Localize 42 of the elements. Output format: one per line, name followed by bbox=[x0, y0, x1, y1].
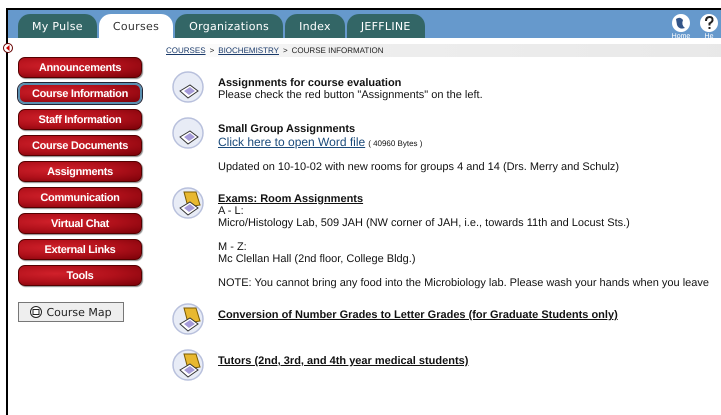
document-icon bbox=[172, 71, 204, 103]
nav-button[interactable]: External Links bbox=[18, 239, 142, 260]
nav-button[interactable]: Course Documents bbox=[18, 135, 142, 156]
breadcrumb-separator: > bbox=[282, 46, 288, 55]
item-text: Please check the red button "Assignments" on the left. bbox=[218, 89, 483, 101]
item-text: Micro/Histology Lab, 509 JAH (NW corner of JAH, i.e., towards 11th and Locust Sts.) bbox=[218, 217, 631, 229]
map-icon bbox=[30, 306, 42, 318]
item-text: A - L: bbox=[218, 205, 245, 217]
item-title: Assignments for course evaluation bbox=[218, 77, 402, 89]
nav-button[interactable]: Tools bbox=[18, 265, 142, 286]
folder-icon bbox=[172, 303, 204, 335]
folder-icon bbox=[172, 187, 204, 219]
tab[interactable]: Courses bbox=[98, 14, 174, 38]
item-title: Small Group Assignments bbox=[218, 123, 356, 135]
nav-button[interactable]: Virtual Chat bbox=[18, 213, 142, 234]
nav-button[interactable]: Course Information bbox=[18, 83, 142, 104]
item-title-link[interactable]: Tutors (2nd, 3rd, and 4th year medical students) bbox=[218, 355, 468, 367]
tab[interactable]: JEFFLINE bbox=[346, 14, 425, 38]
nav-button[interactable]: Announcements bbox=[18, 57, 142, 78]
file-link[interactable]: Click here to open Word file bbox=[218, 135, 366, 149]
file-size: ( 40960 Bytes ) bbox=[368, 139, 422, 148]
item-text: Mc Clellan Hall (2nd floor, College Bldg.) bbox=[218, 253, 416, 265]
item-text: Updated on 10-10-02 with new rooms for groups 4 and 14 (Drs. Merry and Schulz) bbox=[218, 161, 620, 173]
folder-icon bbox=[172, 349, 204, 381]
help-icon[interactable] bbox=[699, 13, 719, 33]
breadcrumb-link[interactable]: COURSES bbox=[166, 46, 206, 55]
nav-button[interactable]: Assignments bbox=[18, 161, 142, 182]
item-text: M - Z: bbox=[218, 241, 248, 253]
tab[interactable]: Organizations bbox=[175, 14, 284, 38]
course-map-button[interactable]: Course Map bbox=[18, 302, 124, 322]
document-icon bbox=[172, 117, 204, 149]
globe-icon[interactable] bbox=[671, 13, 691, 33]
tab[interactable]: Index bbox=[285, 14, 345, 38]
nav-button[interactable]: Communication bbox=[18, 187, 142, 208]
breadcrumb-link[interactable]: BIOCHEMISTRY bbox=[218, 46, 279, 55]
breadcrumb-separator: > bbox=[210, 46, 214, 55]
nav-button[interactable]: Staff Information bbox=[18, 109, 142, 130]
item-title-link[interactable]: Conversion of Number Grades to Letter Grades (for Graduate Students only) bbox=[218, 309, 618, 321]
tab[interactable]: My Pulse bbox=[18, 14, 97, 38]
breadcrumb-current: COURSE INFORMATION bbox=[292, 46, 384, 55]
item-title-link[interactable]: Exams: Room Assignments bbox=[218, 193, 710, 205]
item-text: NOTE: You cannot bring any food into the Microbiology lab. Please wash your hands when you leave bbox=[218, 277, 710, 289]
